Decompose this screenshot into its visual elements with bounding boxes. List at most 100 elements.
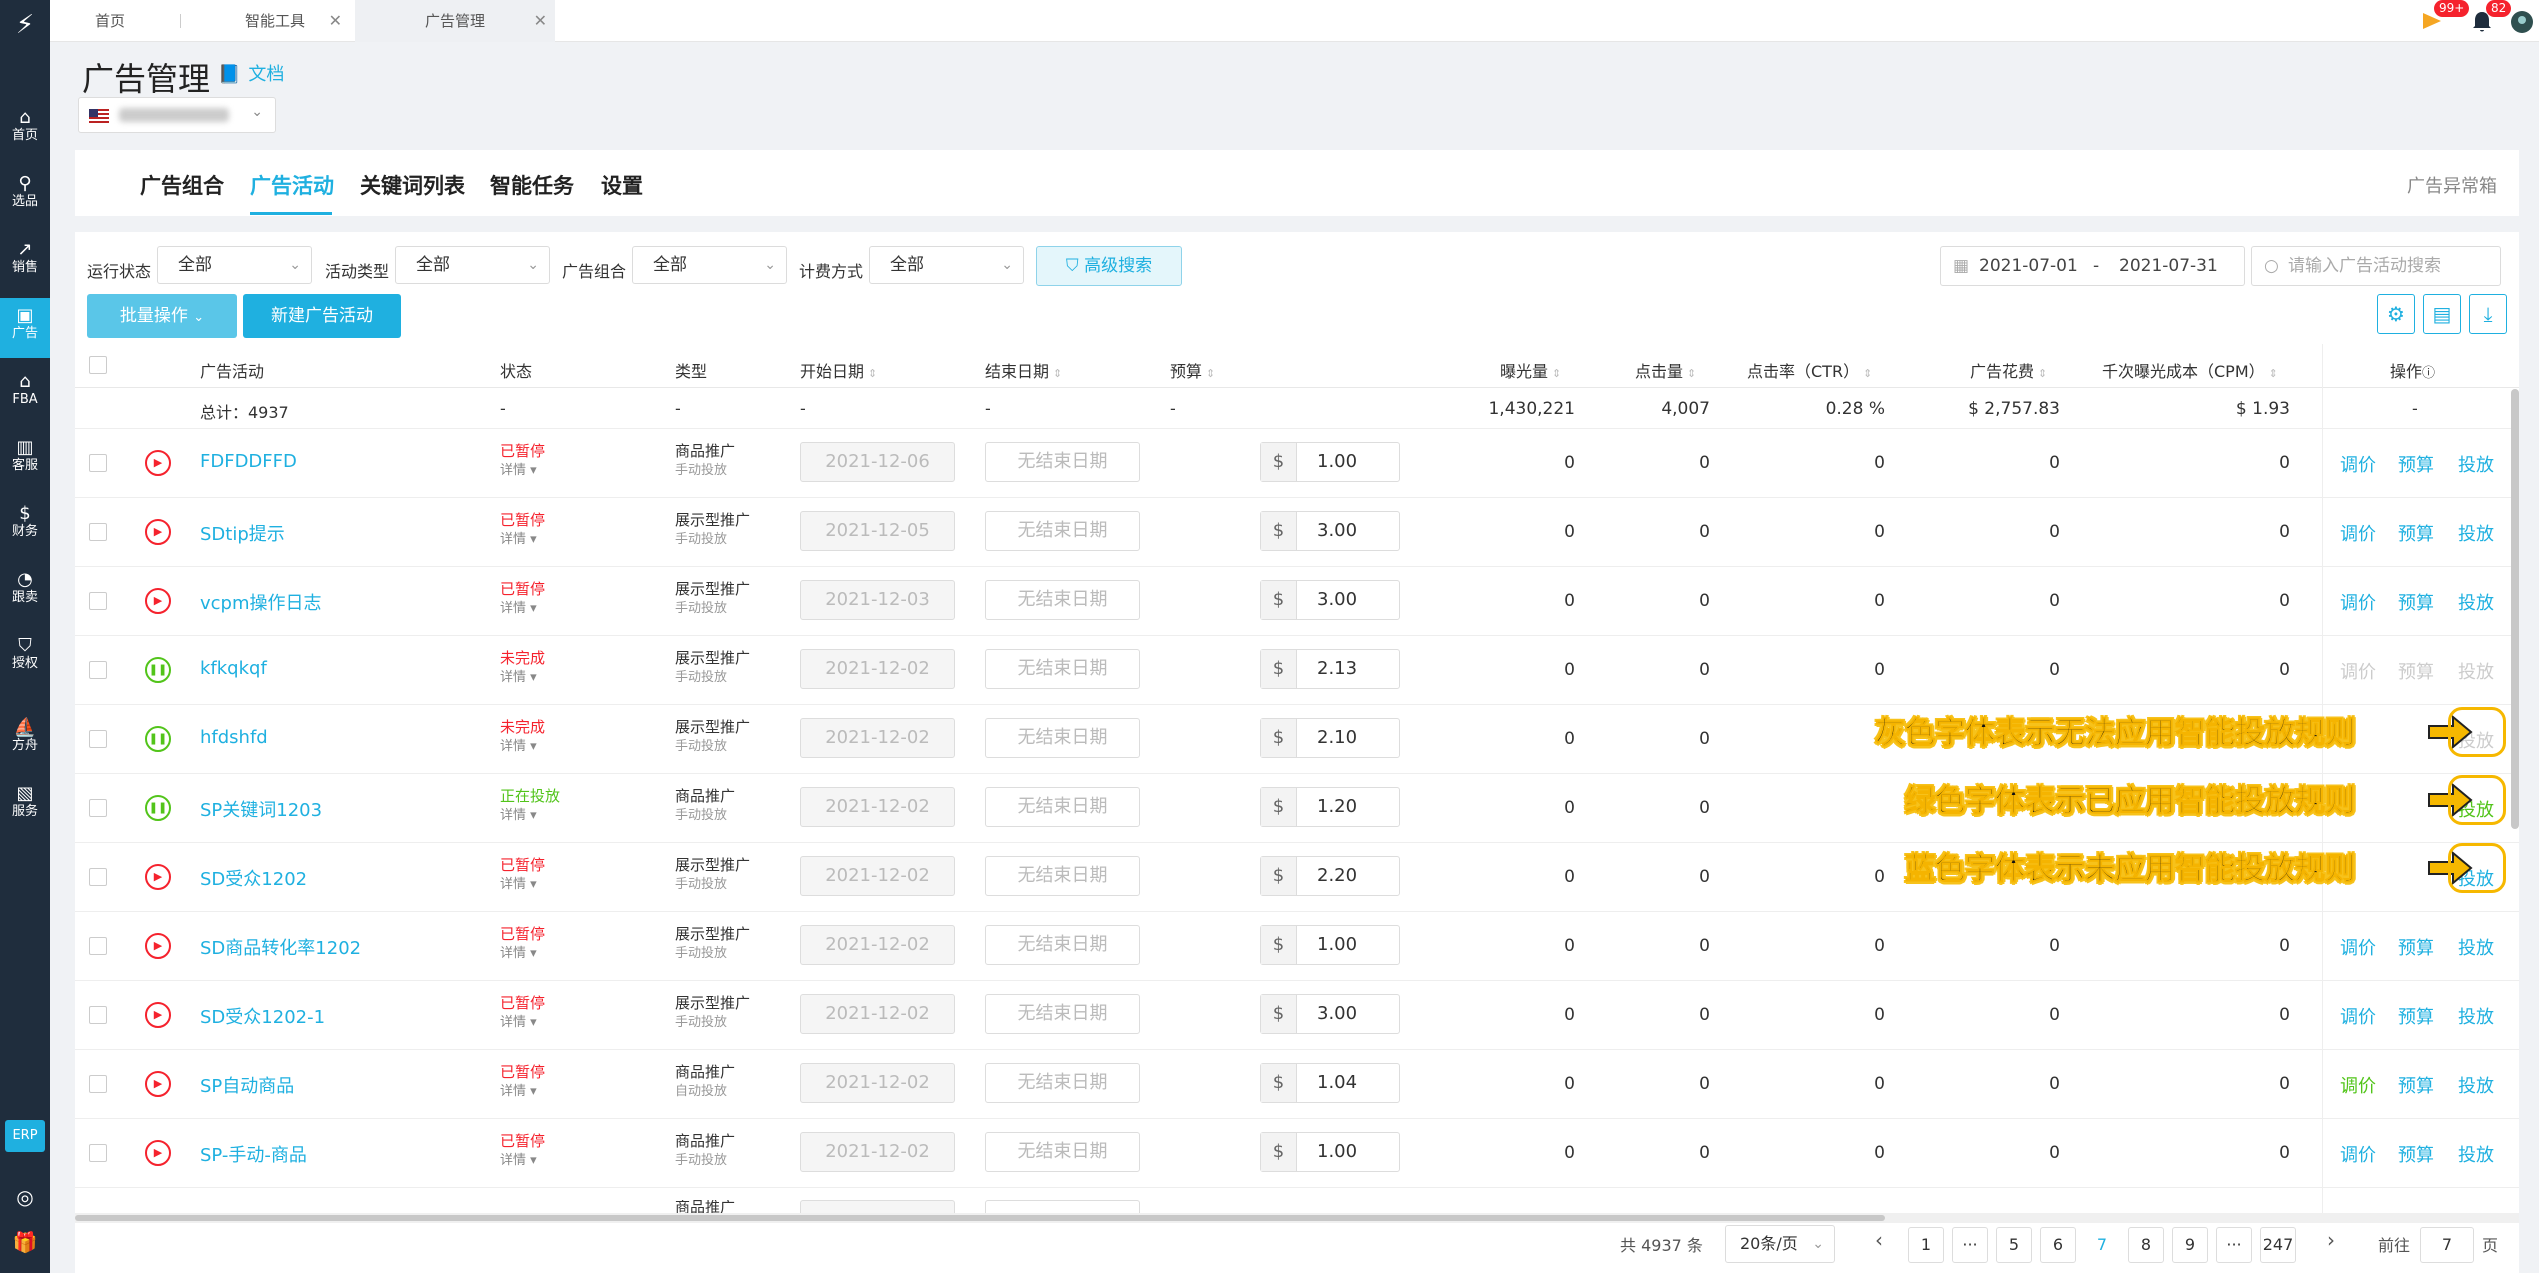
close-icon[interactable]: ✕ — [329, 0, 342, 42]
budget-input[interactable]: $1.00 — [1260, 1132, 1400, 1172]
erp-button[interactable]: ERP — [5, 1120, 45, 1152]
gear-icon[interactable]: ⚙ — [2377, 294, 2415, 334]
pause-icon[interactable]: ❚❚ — [145, 657, 171, 683]
tab-smart-tools[interactable]: 智能工具 ✕ — [200, 0, 350, 42]
detail-toggle[interactable]: 详情 ▾ — [500, 806, 560, 826]
sidebar-item-0[interactable]: ⌂ 首页 — [0, 100, 50, 160]
tab-smart-tasks[interactable]: 智能任务 — [490, 170, 574, 200]
type-filter-select[interactable]: 全部 ⌄ — [395, 246, 550, 284]
play-icon[interactable]: ▶ — [145, 1002, 171, 1028]
row-checkbox[interactable] — [89, 1075, 107, 1093]
end-date-field[interactable]: 无结束日期 — [985, 1063, 1140, 1103]
play-icon[interactable]: ▶ — [145, 519, 171, 545]
tab-ad-management[interactable]: 广告管理 ✕ — [355, 0, 555, 42]
col-ctr[interactable]: 点击率（CTR） ⇕ — [1747, 358, 1872, 382]
close-icon[interactable]: ✕ — [534, 0, 547, 42]
page-ellipsis[interactable]: ··· — [1952, 1227, 1988, 1263]
avatar[interactable] — [2510, 4, 2536, 38]
detail-toggle[interactable]: 详情 ▾ — [500, 599, 545, 619]
campaign-search-input[interactable]: ○ 请输入广告活动搜索 — [2251, 246, 2501, 286]
end-date-field[interactable]: 无结束日期 — [985, 856, 1140, 896]
budget-input[interactable]: $2.10 — [1260, 718, 1400, 758]
end-date-field[interactable]: 无结束日期 — [985, 718, 1140, 758]
date-range-picker[interactable]: ▦ 2021-07-01 - 2021-07-31 — [1940, 246, 2245, 286]
status-filter-select[interactable]: 全部 ⌄ — [157, 246, 312, 284]
detail-toggle[interactable]: 详情 ▾ — [500, 461, 545, 481]
sidebar-item-5[interactable]: ▥ 客服 — [0, 430, 50, 490]
col-spend[interactable]: 广告花费 ⇕ — [1970, 358, 2047, 382]
sidebar-item-10[interactable]: ▧ 服务 — [0, 776, 50, 836]
campaign-name-link[interactable]: FDFDDFFD — [200, 451, 297, 472]
page-ellipsis[interactable]: ··· — [2216, 1227, 2252, 1263]
sidebar-item-2[interactable]: ↗ 销售 — [0, 232, 50, 292]
page-button[interactable]: 7 — [2084, 1227, 2120, 1263]
budget-input[interactable]: $1.20 — [1260, 787, 1400, 827]
end-date-field[interactable]: 无结束日期 — [985, 580, 1140, 620]
campaign-name-link[interactable]: SDtip提示 — [200, 520, 285, 546]
campaign-name-link[interactable]: SD商品转化率1202 — [200, 934, 361, 960]
sidebar-item-7[interactable]: ◔ 跟卖 — [0, 562, 50, 622]
advanced-search-button[interactable]: ⛉ 高级搜索 — [1036, 246, 1182, 286]
budget-input[interactable]: $3.00 — [1260, 994, 1400, 1034]
detail-toggle[interactable]: 详情 ▾ — [500, 1013, 545, 1033]
campaign-name-link[interactable]: SP自动商品 — [200, 1072, 294, 1098]
campaign-name-link[interactable]: hfdshfd — [200, 727, 268, 748]
page-button[interactable]: 1 — [1908, 1227, 1944, 1263]
sidebar-item-6[interactable]: $ 财务 — [0, 496, 50, 556]
end-date-field[interactable]: 无结束日期 — [985, 511, 1140, 551]
logo-icon[interactable]: ⚡ — [8, 8, 42, 42]
campaign-name-link[interactable]: kfkqkqf — [200, 658, 267, 679]
tab-settings[interactable]: 设置 — [601, 170, 643, 200]
tab-keywords[interactable]: 关键词列表 — [360, 170, 465, 200]
tab-home[interactable]: 首页 — [60, 0, 160, 42]
batch-operation-button[interactable]: 批量操作 ⌄ — [87, 294, 237, 338]
sidebar-item-4[interactable]: ⌂ FBA — [0, 364, 50, 424]
detail-toggle[interactable]: 详情 ▾ — [500, 530, 545, 550]
end-date-field[interactable]: 无结束日期 — [985, 1132, 1140, 1172]
play-icon[interactable]: ▶ — [145, 1071, 171, 1097]
budget-input[interactable]: $2.20 — [1260, 856, 1400, 896]
print-icon[interactable]: ▤ — [2423, 294, 2461, 334]
portfolio-filter-select[interactable]: 全部 ⌄ — [632, 246, 787, 284]
detail-toggle[interactable]: 详情 ▾ — [500, 668, 545, 688]
play-icon[interactable]: ▶ — [145, 588, 171, 614]
row-checkbox[interactable] — [89, 1006, 107, 1024]
col-end[interactable]: 结束日期 ⇕ — [985, 358, 1062, 382]
pause-icon[interactable]: ❚❚ — [145, 795, 171, 821]
budget-input[interactable]: $3.00 — [1260, 511, 1400, 551]
goto-page-input[interactable]: 7 — [2420, 1227, 2474, 1263]
abnormal-box-link[interactable]: 广告异常箱 — [2407, 172, 2497, 198]
row-checkbox[interactable] — [89, 730, 107, 748]
col-cpm[interactable]: 千次曝光成本（CPM） ⇕ — [2102, 358, 2278, 382]
row-checkbox[interactable] — [89, 523, 107, 541]
end-date-field[interactable]: 无结束日期 — [985, 925, 1140, 965]
budget-input[interactable]: $1.00 — [1260, 925, 1400, 965]
horizontal-scrollbar[interactable] — [75, 1213, 2519, 1223]
page-button[interactable]: 6 — [2040, 1227, 2076, 1263]
row-checkbox[interactable] — [89, 454, 107, 472]
play-icon[interactable]: ▶ — [145, 1140, 171, 1166]
detail-toggle[interactable]: 详情 ▾ — [500, 1082, 545, 1102]
end-date-field[interactable]: 无结束日期 — [985, 649, 1140, 689]
pause-icon[interactable]: ❚❚ — [145, 726, 171, 752]
row-checkbox[interactable] — [89, 592, 107, 610]
play-icon[interactable]: ▶ — [145, 864, 171, 890]
sidebar-item-3[interactable]: ▣ 广告 — [0, 298, 50, 358]
download-icon[interactable]: ⤓ — [2469, 294, 2507, 334]
page-button[interactable]: 5 — [1996, 1227, 2032, 1263]
prev-page-icon[interactable]: ‹ — [1875, 1228, 1883, 1252]
play-icon[interactable]: ▶ — [145, 450, 171, 476]
row-checkbox[interactable] — [89, 799, 107, 817]
col-start[interactable]: 开始日期 ⇕ — [800, 358, 877, 382]
doc-link[interactable]: 📘 文档 — [218, 60, 284, 86]
campaign-name-link[interactable]: SD受众1202-1 — [200, 1003, 325, 1029]
col-budget[interactable]: 预算 ⇕ — [1170, 358, 1215, 382]
campaign-name-link[interactable]: SD受众1202 — [200, 865, 307, 891]
page-button[interactable]: 8 — [2128, 1227, 2164, 1263]
page-button[interactable]: 9 — [2172, 1227, 2208, 1263]
gift-icon[interactable]: 🎁 — [0, 1230, 50, 1254]
help-icon[interactable]: ◎ — [0, 1185, 50, 1209]
detail-toggle[interactable]: 详情 ▾ — [500, 737, 545, 757]
page-size-select[interactable]: 20条/页 ⌄ — [1725, 1225, 1835, 1263]
end-date-field[interactable]: 无结束日期 — [985, 442, 1140, 482]
